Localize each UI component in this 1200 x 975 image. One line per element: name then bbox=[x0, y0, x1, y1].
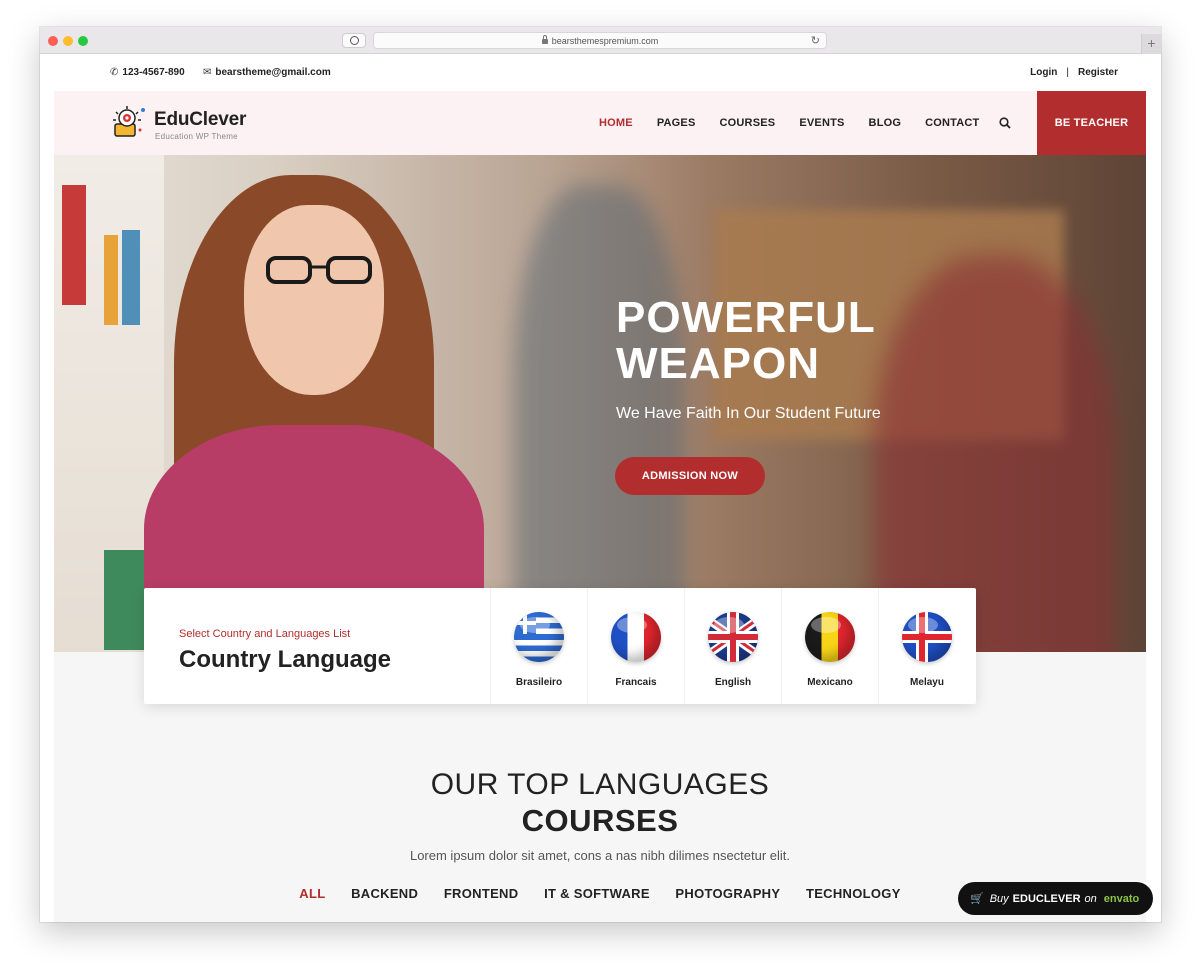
hero-banner: POWERFUL WEAPON We Have Faith In Our Stu… bbox=[54, 155, 1146, 652]
language-label: Brasileiro bbox=[515, 677, 563, 688]
hero-title-line: WEAPON bbox=[616, 339, 820, 388]
iceland-flag-icon bbox=[902, 612, 952, 662]
hero-photo-book bbox=[104, 235, 118, 325]
country-language-card: Select Country and Languages List Countr… bbox=[144, 588, 976, 704]
language-item[interactable]: Mexicano bbox=[781, 588, 878, 704]
nav-item-home[interactable]: HOME bbox=[599, 117, 633, 129]
language-title: Country Language bbox=[179, 646, 392, 673]
logo-mark-icon bbox=[113, 106, 145, 137]
nav-item-pages[interactable]: PAGES bbox=[657, 117, 696, 129]
hero-title: POWERFUL WEAPON bbox=[616, 295, 876, 387]
email-contact[interactable]: ✉ bearstheme@gmail.com bbox=[203, 67, 331, 78]
uk-flag-icon bbox=[708, 612, 758, 662]
buy-on-envato-badge[interactable]: 🛒 Buy EDUCLEVER on envato bbox=[958, 882, 1153, 915]
admission-now-button[interactable]: ADMISSION NOW bbox=[615, 457, 765, 495]
hero-subtitle: We Have Faith In Our Student Future bbox=[616, 405, 881, 422]
new-tab-button[interactable]: + bbox=[1141, 34, 1161, 54]
language-label: Melayu bbox=[910, 677, 944, 688]
close-window-button[interactable] bbox=[48, 36, 58, 46]
cart-icon: 🛒 bbox=[970, 893, 984, 905]
belgium-flag-icon bbox=[805, 612, 855, 662]
site-header: EduClever Education WP Theme HOME PAGES … bbox=[54, 91, 1146, 155]
language-label: Francais bbox=[615, 677, 657, 688]
language-item[interactable]: Francais bbox=[587, 588, 684, 704]
hero-title-line: POWERFUL bbox=[616, 293, 876, 342]
phone-contact[interactable]: ✆ 123-4567-890 bbox=[110, 67, 185, 78]
hero-photo-face bbox=[244, 205, 384, 395]
language-item[interactable]: Melayu bbox=[878, 588, 975, 704]
filter-technology[interactable]: TECHNOLOGY bbox=[806, 886, 901, 901]
nav-item-contact[interactable]: CONTACT bbox=[925, 117, 979, 129]
address-bar[interactable]: bearsthemespremium.com ↻ bbox=[373, 32, 827, 49]
hero-photo-book bbox=[62, 185, 86, 305]
greece-flag-icon bbox=[514, 612, 564, 662]
lock-icon bbox=[541, 35, 548, 44]
logo-tagline: Education WP Theme bbox=[155, 132, 238, 141]
browser-toolbar: bearsthemespremium.com ↻ + bbox=[40, 27, 1161, 54]
language-label: Mexicano bbox=[807, 677, 853, 688]
login-link[interactable]: Login bbox=[1030, 67, 1057, 78]
buy-label: Buy bbox=[989, 892, 1009, 905]
search-icon[interactable] bbox=[999, 117, 1011, 129]
language-list: Brasileiro Francais English Mexicano Mel… bbox=[490, 588, 975, 704]
minimize-window-button[interactable] bbox=[63, 36, 73, 46]
badge-on: on bbox=[1084, 892, 1097, 905]
hero-photo-book bbox=[122, 230, 140, 325]
reload-icon[interactable]: ↻ bbox=[811, 34, 820, 47]
filter-backend[interactable]: BACKEND bbox=[351, 886, 418, 901]
language-kicker: Select Country and Languages List bbox=[179, 628, 351, 640]
register-link[interactable]: Register bbox=[1078, 67, 1118, 78]
language-label: English bbox=[714, 677, 752, 688]
filter-frontend[interactable]: FRONTEND bbox=[444, 886, 519, 901]
language-item[interactable]: Brasileiro bbox=[490, 588, 587, 704]
courses-title-line2: COURSES bbox=[521, 803, 679, 838]
maximize-window-button[interactable] bbox=[78, 36, 88, 46]
privacy-icon bbox=[349, 36, 359, 45]
language-item[interactable]: English bbox=[684, 588, 781, 704]
filter-photography[interactable]: PHOTOGRAPHY bbox=[675, 886, 780, 901]
logo-name: EduClever bbox=[154, 109, 247, 130]
address-url: bearsthemespremium.com bbox=[551, 35, 659, 46]
be-teacher-button[interactable]: BE TEACHER bbox=[1037, 91, 1146, 155]
glasses-shape bbox=[266, 256, 372, 284]
envelope-icon: ✉ bbox=[203, 67, 212, 78]
filter-all[interactable]: ALL bbox=[299, 886, 325, 901]
courses-description: Lorem ipsum dolor sit amet, cons a nas n… bbox=[409, 848, 791, 863]
filter-it-software[interactable]: IT & SOFTWARE bbox=[544, 886, 650, 901]
courses-title-line1: OUR TOP LANGUAGES bbox=[430, 768, 770, 801]
france-flag-icon bbox=[611, 612, 661, 662]
nav-item-courses[interactable]: COURSES bbox=[720, 117, 776, 129]
reader-mode-button[interactable] bbox=[342, 33, 366, 48]
auth-links: Login | Register bbox=[1030, 67, 1118, 78]
phone-icon: ✆ bbox=[110, 67, 119, 78]
nav-item-events[interactable]: EVENTS bbox=[799, 117, 844, 129]
hero-photo-book bbox=[104, 550, 144, 650]
email-address: bearstheme@gmail.com bbox=[215, 67, 331, 78]
nav-item-blog[interactable]: BLOG bbox=[869, 117, 902, 129]
site-logo[interactable]: EduClever Education WP Theme bbox=[110, 104, 270, 144]
badge-brand: EDUCLEVER bbox=[1012, 892, 1081, 905]
phone-number: 123-4567-890 bbox=[122, 67, 185, 78]
main-nav: HOME PAGES COURSES EVENTS BLOG CONTACT bbox=[599, 91, 1003, 155]
top-info-bar: ✆ 123-4567-890 ✉ bearstheme@gmail.com Logi… bbox=[40, 54, 1161, 92]
auth-separator: | bbox=[1066, 67, 1069, 78]
envato-logo: envato bbox=[1103, 892, 1140, 905]
